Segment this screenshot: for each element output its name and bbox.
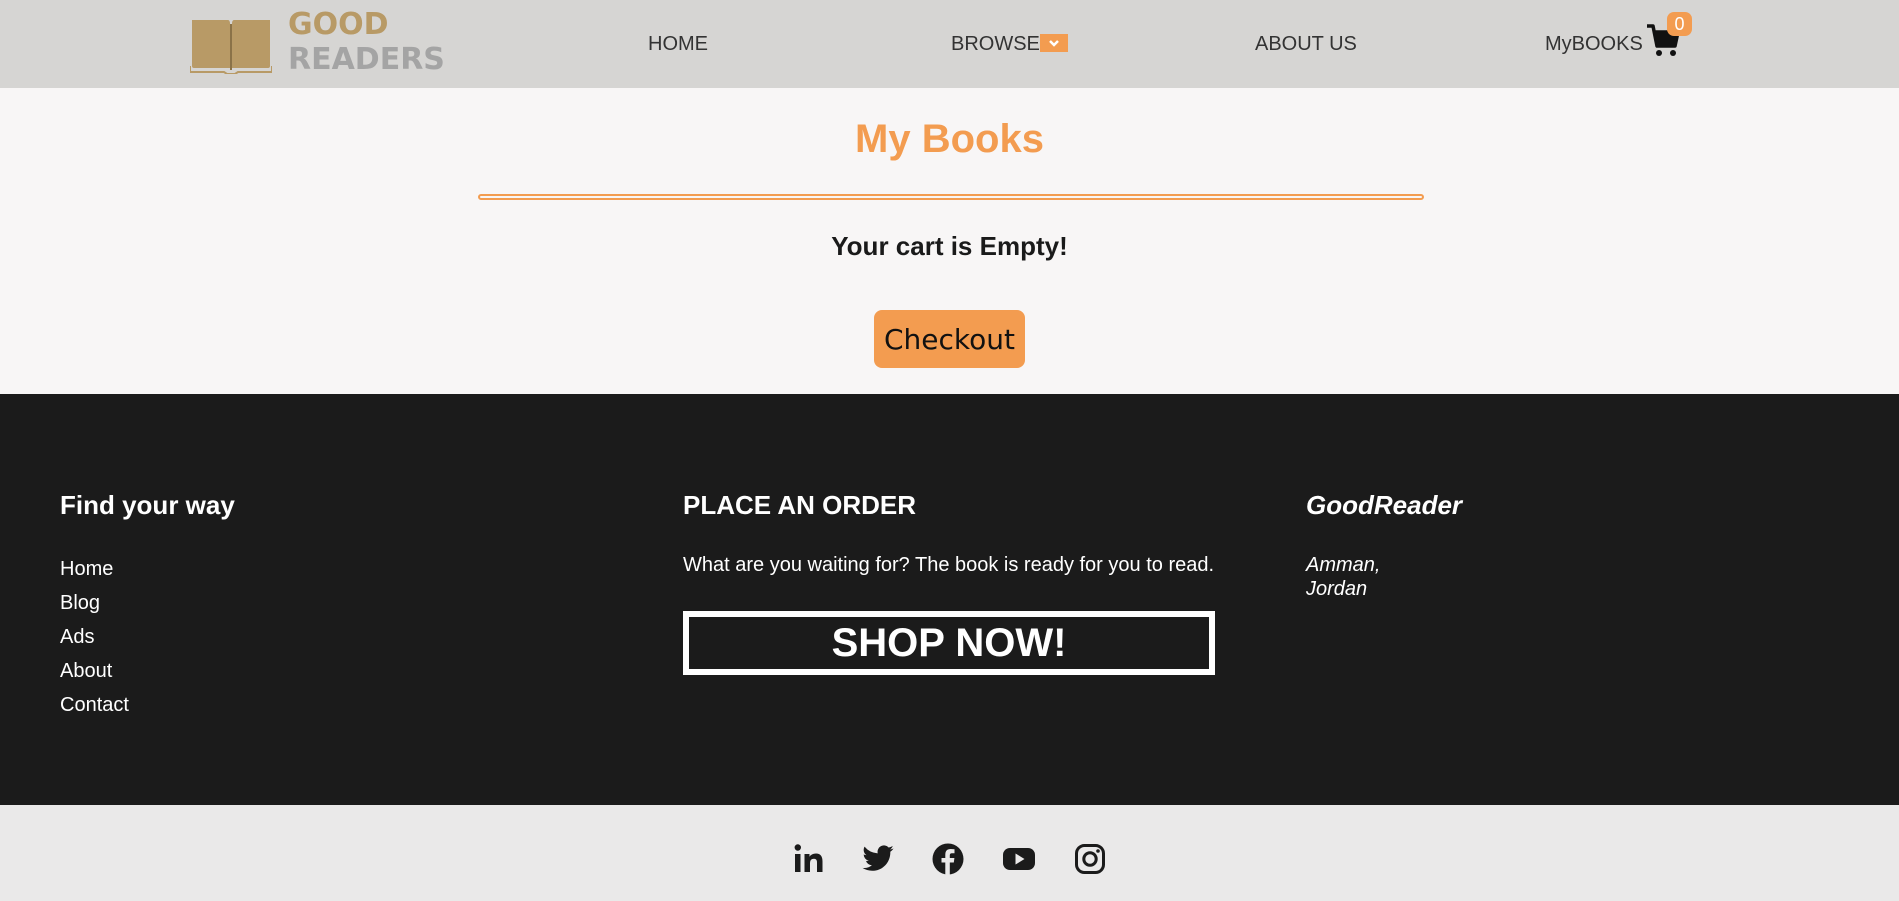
linkedin-icon[interactable] bbox=[792, 842, 826, 876]
navbar: GOOD READERS HOME BROWSE ABOUT US MyBOOK… bbox=[0, 0, 1899, 88]
nav-browse[interactable]: BROWSE bbox=[951, 32, 1068, 56]
title-divider bbox=[478, 194, 1424, 200]
brand-line-2: READERS bbox=[288, 42, 445, 77]
footer-order-text: What are you waiting for? The book is re… bbox=[683, 554, 1215, 576]
footer-order-column: PLACE AN ORDER What are you waiting for?… bbox=[683, 490, 1215, 675]
brand-line-1: GOOD bbox=[288, 7, 389, 42]
open-book-icon bbox=[190, 20, 272, 74]
footer-link-home[interactable]: Home bbox=[60, 552, 235, 586]
footer-nav-links: Home Blog Ads About Contact bbox=[60, 552, 235, 722]
footer-order-heading: PLACE AN ORDER bbox=[683, 490, 917, 520]
twitter-icon[interactable] bbox=[861, 842, 895, 876]
social-bar bbox=[0, 805, 1899, 901]
page-title: My Books bbox=[855, 117, 1044, 161]
cart-count-badge: 0 bbox=[1667, 12, 1692, 36]
footer-link-contact[interactable]: Contact bbox=[60, 688, 235, 722]
nav-mybooks[interactable]: MyBOOKS bbox=[1545, 32, 1643, 56]
shop-now-button[interactable]: SHOP NOW! bbox=[683, 611, 1215, 675]
footer: Find your way Home Blog Ads About Contac… bbox=[0, 394, 1899, 805]
footer-link-ads[interactable]: Ads bbox=[60, 620, 235, 654]
nav-home[interactable]: HOME bbox=[648, 32, 708, 56]
footer-brand-column: GoodReader Amman, Jordan bbox=[1306, 490, 1462, 601]
footer-address-country: Jordan bbox=[1306, 578, 1368, 600]
brand-logo[interactable]: GOOD READERS bbox=[190, 7, 445, 78]
nav-browse-label: BROWSE bbox=[951, 33, 1040, 55]
footer-link-about[interactable]: About bbox=[60, 654, 235, 688]
youtube-icon[interactable] bbox=[1002, 842, 1036, 876]
facebook-icon[interactable] bbox=[931, 842, 965, 876]
footer-address-city: Amman, bbox=[1306, 554, 1381, 576]
checkout-button[interactable]: Checkout bbox=[874, 310, 1025, 368]
nav-about[interactable]: ABOUT US bbox=[1255, 32, 1357, 56]
footer-nav-heading: Find your way bbox=[60, 490, 235, 520]
footer-link-blog[interactable]: Blog bbox=[60, 586, 235, 620]
footer-brand-heading: GoodReader bbox=[1306, 490, 1463, 520]
footer-address: Amman, Jordan bbox=[1306, 553, 1462, 601]
footer-nav-column: Find your way Home Blog Ads About Contac… bbox=[60, 490, 235, 722]
chevron-down-icon[interactable] bbox=[1039, 33, 1068, 52]
empty-cart-message: Your cart is Empty! bbox=[831, 231, 1068, 261]
instagram-icon[interactable] bbox=[1073, 842, 1107, 876]
